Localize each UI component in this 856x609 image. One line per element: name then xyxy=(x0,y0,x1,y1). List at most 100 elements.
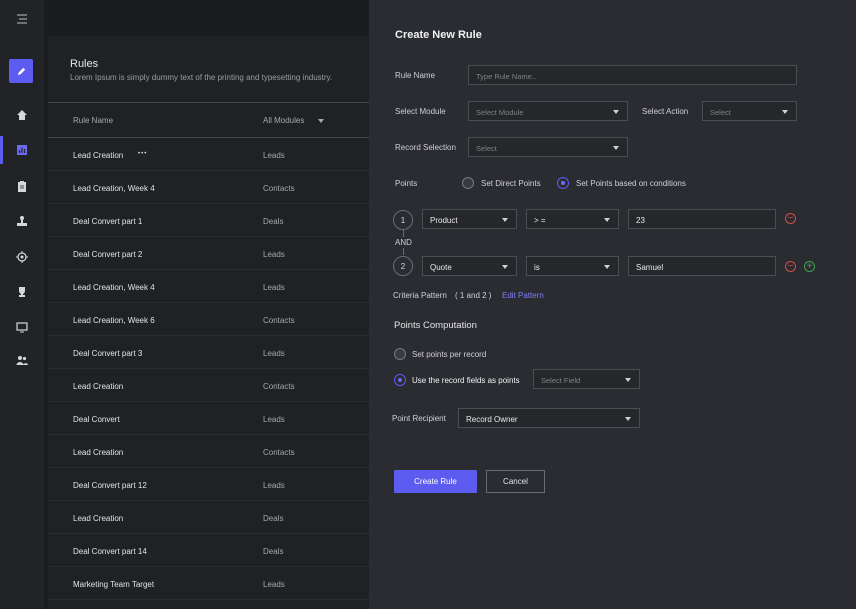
chevron-down-icon xyxy=(613,110,619,114)
stamp-icon[interactable] xyxy=(0,206,44,236)
and-connector: AND xyxy=(395,238,412,247)
table-row[interactable]: Lead Creation, Week 6 Contacts xyxy=(48,303,369,336)
rule-name-cell: Lead Creation xyxy=(73,382,124,391)
chevron-down-icon xyxy=(502,265,508,269)
edit-pattern-link[interactable]: Edit Pattern xyxy=(502,291,544,300)
clipboard-icon[interactable] xyxy=(0,171,44,201)
menu-icon[interactable] xyxy=(0,4,44,34)
criteria-value-input[interactable]: 23 xyxy=(628,209,776,229)
page-title: Rules xyxy=(70,58,99,70)
chevron-down-icon xyxy=(502,218,508,222)
connector-line xyxy=(403,230,404,237)
module-cell: Contacts xyxy=(263,448,295,457)
chevron-down-icon xyxy=(625,378,631,382)
select-module-value: Select Module xyxy=(476,108,524,117)
remove-criteria-icon[interactable]: − xyxy=(785,213,796,224)
select-action-label: Select Action xyxy=(642,107,689,116)
module-cell: Leads xyxy=(263,349,285,358)
create-rule-drawer: Create New Rule Rule Name Type Rule Name… xyxy=(369,0,856,609)
module-filter-dropdown[interactable]: All Modules xyxy=(263,116,304,125)
direct-points-label[interactable]: Set Direct Points xyxy=(481,179,541,188)
rule-name-cell: Lead Creation, Week 4 xyxy=(73,184,155,193)
select-field-value: Select Field xyxy=(541,376,581,385)
record-selection-value: Select xyxy=(476,144,497,153)
criteria-pattern-label: Criteria Pattern xyxy=(393,291,447,300)
criteria-field-dropdown[interactable]: Product xyxy=(422,209,517,229)
target-icon[interactable] xyxy=(0,242,44,272)
rule-name-cell: Marketing Team Target xyxy=(73,580,155,589)
module-cell: Leads xyxy=(263,250,285,259)
table-row[interactable]: Deal Convert part 3 Leads xyxy=(48,336,369,369)
trophy-icon[interactable] xyxy=(0,277,44,307)
criteria-field-value: Quote xyxy=(430,263,452,272)
conditional-points-label[interactable]: Set Points based on conditions xyxy=(576,179,686,188)
table-row[interactable]: Deal Convert part 2 Leads xyxy=(48,237,369,270)
record-selection-dropdown[interactable]: Select xyxy=(468,137,628,157)
chevron-down-icon xyxy=(782,110,788,114)
module-cell: Deals xyxy=(263,514,284,523)
criteria-field-value: Product xyxy=(430,216,458,225)
select-field-dropdown[interactable]: Select Field xyxy=(533,369,640,389)
rule-name-cell: Lead Creation, Week 4 xyxy=(73,283,155,292)
rule-name-label: Rule Name xyxy=(395,71,436,80)
point-recipient-label: Point Recipient xyxy=(392,414,446,423)
module-cell: Leads xyxy=(263,283,285,292)
home-icon[interactable] xyxy=(0,100,44,130)
select-action-dropdown[interactable]: Select xyxy=(702,101,797,121)
criteria-number: 2 xyxy=(393,256,413,276)
column-header-rule-name: Rule Name xyxy=(73,116,114,125)
direct-points-radio[interactable] xyxy=(462,177,474,189)
conditional-points-radio[interactable] xyxy=(557,177,569,189)
table-row[interactable]: Lead Creation Deals xyxy=(48,501,369,534)
chevron-down-icon xyxy=(625,417,631,421)
add-criteria-icon[interactable]: + xyxy=(804,261,815,272)
table-row[interactable]: Deal Convert part 14 Deals xyxy=(48,534,369,567)
table-row[interactable]: Deal Convert Leads xyxy=(48,402,369,435)
users-icon[interactable] xyxy=(0,345,44,375)
points-per-record-radio[interactable] xyxy=(394,348,406,360)
select-module-dropdown[interactable]: Select Module xyxy=(468,101,628,121)
criteria-field-dropdown[interactable]: Quote xyxy=(422,256,517,276)
table-header: Rule Name All Modules xyxy=(48,102,369,138)
table-row[interactable]: Deal Convert part 12 Leads xyxy=(48,468,369,501)
point-recipient-dropdown[interactable]: Record Owner xyxy=(458,408,640,428)
table-row[interactable]: Lead Creation Leads ••• xyxy=(48,138,369,171)
rules-list-panel: Rules Lorem Ipsum is simply dummy text o… xyxy=(48,36,369,609)
points-computation-heading: Points Computation xyxy=(394,320,477,331)
rule-name-cell: Lead Creation xyxy=(73,514,124,523)
create-rule-button[interactable]: Create Rule xyxy=(394,470,477,493)
rule-name-cell: Lead Creation xyxy=(73,448,124,457)
edit-icon[interactable] xyxy=(9,59,33,83)
table-row[interactable]: Lead Creation, Week 4 Leads xyxy=(48,270,369,303)
criteria-value-input[interactable]: Samuel xyxy=(628,256,776,276)
point-recipient-value: Record Owner xyxy=(466,415,518,424)
select-action-value: Select xyxy=(710,108,731,117)
table-row[interactable]: Marketing Team Target Leads xyxy=(48,567,369,600)
record-fields-label[interactable]: Use the record fields as points xyxy=(412,376,520,385)
connector-line xyxy=(403,248,404,255)
table-row[interactable]: Deal Convert part 1 Deals xyxy=(48,204,369,237)
criteria-operator-dropdown[interactable]: > = xyxy=(526,209,619,229)
table-row[interactable]: Lead Creation, Week 4 Contacts xyxy=(48,171,369,204)
rule-name-cell: Deal Convert part 3 xyxy=(73,349,143,358)
module-cell: Leads xyxy=(263,151,285,160)
rule-name-input[interactable]: Type Rule Name.. xyxy=(468,65,797,85)
cancel-button[interactable]: Cancel xyxy=(486,470,545,493)
monitor-icon[interactable] xyxy=(0,312,44,342)
chart-icon[interactable] xyxy=(0,135,44,165)
table-row[interactable]: Lead Creation Contacts xyxy=(48,435,369,468)
chevron-down-icon xyxy=(604,265,610,269)
criteria-pattern-value: ( 1 and 2 ) xyxy=(455,291,492,300)
table-row[interactable]: Lead Creation Contacts xyxy=(48,369,369,402)
chevron-down-icon[interactable] xyxy=(318,119,324,123)
points-per-record-label[interactable]: Set points per record xyxy=(412,350,486,359)
record-fields-radio[interactable] xyxy=(394,374,406,386)
module-cell: Deals xyxy=(263,547,284,556)
module-cell: Leads xyxy=(263,481,285,490)
criteria-operator-dropdown[interactable]: is xyxy=(526,256,619,276)
record-selection-label: Record Selection xyxy=(395,143,456,152)
rule-name-cell: Deal Convert part 12 xyxy=(73,481,147,490)
drawer-title: Create New Rule xyxy=(395,29,482,41)
remove-criteria-icon[interactable]: − xyxy=(785,261,796,272)
more-options-icon[interactable]: ••• xyxy=(138,151,147,157)
